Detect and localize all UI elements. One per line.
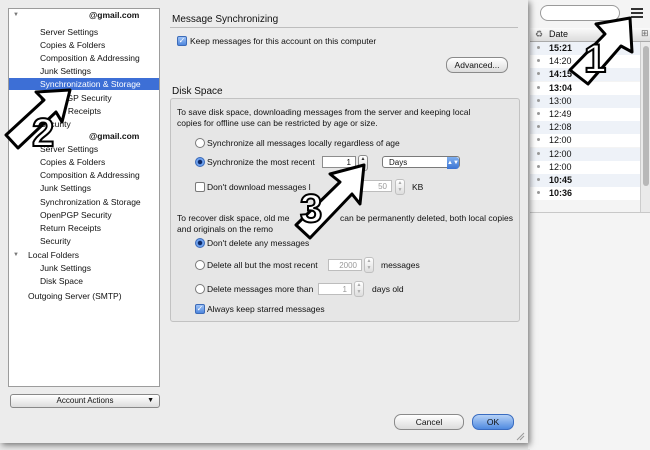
- annotation-overlay: 1 2 3: [4, 16, 634, 240]
- arrow-3-number: 3: [300, 187, 322, 231]
- arrow-2-number: 2: [32, 111, 54, 155]
- arrow-1-number: 1: [584, 37, 606, 81]
